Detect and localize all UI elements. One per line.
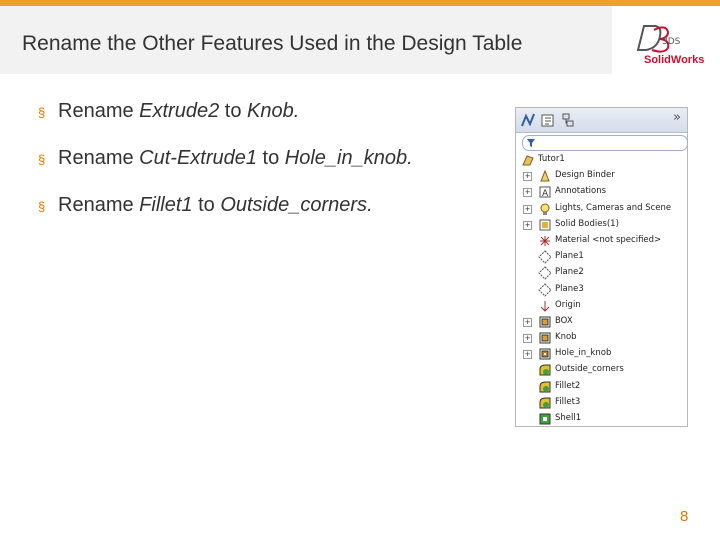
feature-manager-tab-icon[interactable]: [520, 112, 536, 128]
tree-item-label: Lights, Cameras and Scene: [555, 202, 672, 213]
svg-text:A: A: [542, 189, 549, 199]
tree-root[interactable]: Tutor1: [518, 152, 688, 168]
tree-item[interactable]: + A Annotations: [518, 184, 688, 200]
filter-icon: [527, 139, 535, 147]
binder-icon: [540, 169, 550, 182]
expand-panel-icon[interactable]: »: [673, 110, 681, 125]
part-icon: [522, 155, 534, 166]
tree-item-label: Plane3: [555, 283, 584, 294]
cut-extrude-icon: [539, 348, 551, 360]
tree-item-label: Knob: [555, 332, 577, 343]
tree-item[interactable]: + Solid Bodies(1): [518, 217, 688, 233]
expand-icon[interactable]: +: [523, 188, 532, 198]
tree-item-label: Fillet3: [555, 396, 581, 407]
annotations-icon: A: [539, 186, 551, 199]
lights-icon: [540, 203, 550, 215]
solid-bodies-icon: [539, 219, 551, 231]
bullet-prefix: Rename: [58, 194, 140, 216]
tree-item-label: Plane1: [555, 251, 584, 262]
tree-item[interactable]: + Hole_in_knob: [518, 346, 688, 362]
page-number: 8: [680, 508, 689, 525]
bullet-marker-icon: §: [38, 199, 46, 214]
extrude-icon: [539, 332, 551, 344]
bullet-end: .: [367, 194, 373, 216]
tree-item-label: Fillet2: [555, 380, 581, 391]
tree-item-label: Plane2: [555, 267, 584, 278]
old-name: Cut-Extrude1: [139, 147, 257, 169]
panel-toolbar: »: [516, 108, 687, 133]
tree-filter-input[interactable]: [522, 135, 688, 151]
tree-item-label: Design Binder: [555, 170, 615, 181]
tree-item[interactable]: Origin: [518, 298, 688, 314]
feature-manager-panel: » Tutor1 + Design Binder + A Annotations + Lig…: [515, 107, 688, 427]
ds-logo-icon: 3DS: [636, 25, 681, 53]
tree-item-label: Outside_corners: [555, 364, 624, 375]
new-name: Knob: [247, 100, 294, 122]
plane-icon: [538, 250, 552, 264]
material-icon: [540, 235, 550, 246]
extrude-icon: [539, 316, 551, 328]
logo-text: SolidWorks: [644, 54, 705, 66]
plane-icon: [538, 266, 552, 281]
fillet-icon: [539, 397, 551, 409]
tree-item-label: Annotations: [555, 186, 607, 197]
title-bar: Rename the Other Features Used in the De…: [0, 6, 612, 74]
bullet-mid: to: [192, 194, 221, 216]
feature-tree: Tutor1 + Design Binder + A Annotations + Light…: [518, 152, 688, 427]
tree-item-label: Solid Bodies(1): [555, 218, 619, 229]
bullet-mid: to: [219, 100, 248, 122]
slide-title: Rename the Other Features Used in the De…: [22, 32, 523, 55]
bullet-end: .: [407, 147, 413, 169]
bullet-marker-icon: §: [38, 152, 46, 167]
shell-icon: [539, 413, 551, 425]
fillet-icon: [539, 381, 551, 393]
bullet-prefix: Rename: [58, 100, 140, 122]
tree-item[interactable]: + Lights, Cameras and Scene: [518, 201, 688, 217]
expand-icon[interactable]: +: [523, 204, 532, 214]
tree-item-label: BOX: [555, 315, 573, 326]
bullet-marker-icon: §: [38, 105, 46, 120]
tree-item[interactable]: Plane1: [518, 249, 688, 265]
new-name: Outside_corners: [220, 194, 368, 216]
tree-item[interactable]: + BOX: [518, 314, 688, 330]
expand-icon[interactable]: +: [523, 220, 532, 230]
old-name: Fillet1: [139, 194, 193, 216]
tree-item[interactable]: Material <not specified>: [518, 233, 688, 249]
solidworks-logo: 3DS SolidWorks: [632, 20, 712, 70]
tree-root-label: Tutor1: [538, 154, 565, 164]
tree-item[interactable]: Outside_corners: [518, 362, 688, 378]
fillet-icon: [539, 364, 551, 376]
expand-icon[interactable]: +: [523, 172, 532, 182]
old-name: Extrude2: [139, 100, 220, 122]
tree-item[interactable]: Shell1: [518, 411, 688, 427]
tree-item-label: Material <not specified>: [555, 234, 662, 245]
logo-mark-text: 3DS: [662, 37, 681, 47]
expand-icon[interactable]: +: [523, 317, 532, 327]
new-name: Hole_in_knob: [284, 147, 408, 169]
expand-icon[interactable]: +: [523, 334, 532, 344]
tree-item[interactable]: Plane2: [518, 265, 688, 281]
tree-item[interactable]: + Knob: [518, 330, 688, 346]
tree-item-label: Origin: [555, 299, 581, 310]
tree-item[interactable]: Fillet2: [518, 379, 688, 395]
bullet-mid: to: [257, 147, 285, 169]
expand-icon[interactable]: +: [523, 350, 532, 360]
tree-item[interactable]: Plane3: [518, 282, 688, 298]
tree-item-label: Shell1: [555, 413, 582, 423]
tree-item-label: Hole_in_knob: [555, 348, 612, 359]
bullet-end: .: [293, 100, 300, 122]
property-manager-tab-icon[interactable]: [540, 112, 556, 128]
origin-icon: [540, 300, 550, 312]
plane-icon: [538, 282, 552, 297]
tree-item[interactable]: Fillet3: [518, 395, 688, 411]
tree-item[interactable]: + Design Binder: [518, 168, 688, 184]
bullet-prefix: Rename: [58, 147, 140, 169]
configuration-manager-tab-icon[interactable]: [560, 112, 576, 128]
